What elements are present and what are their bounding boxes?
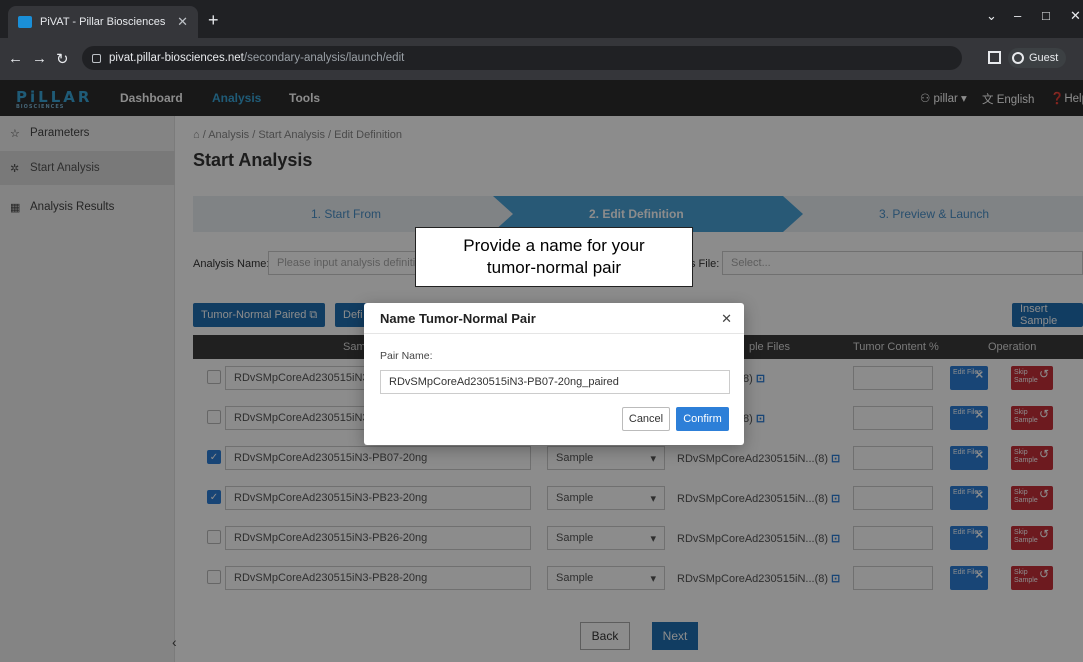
- url-path: /secondary-analysis/launch/edit: [243, 52, 405, 64]
- cancel-button[interactable]: Cancel: [622, 407, 670, 431]
- tab-title: PiVAT - Pillar Biosciences: [40, 16, 166, 28]
- callout-line-2: tumor-normal pair: [486, 258, 622, 277]
- close-icon[interactable]: ✕: [721, 311, 732, 327]
- new-tab-icon[interactable]: +: [208, 10, 219, 31]
- side-panel-icon[interactable]: [988, 51, 1001, 64]
- pair-name-label: Pair Name:: [380, 350, 433, 362]
- back-arrow-icon[interactable]: ←: [8, 50, 23, 67]
- close-tab-icon[interactable]: ✕: [177, 14, 188, 30]
- close-window-icon[interactable]: ✕: [1070, 8, 1081, 24]
- forward-arrow-icon[interactable]: →: [32, 50, 47, 67]
- profile-icon: [1012, 52, 1024, 64]
- modal-divider: [364, 333, 744, 334]
- minimize-icon[interactable]: –: [1014, 8, 1021, 23]
- chevron-down-icon[interactable]: ⌄: [986, 8, 997, 24]
- callout-line-1: Provide a name for your: [463, 236, 645, 255]
- browser-tabbar: PiVAT - Pillar Biosciences ✕ + ⌄ – □ ✕: [0, 0, 1083, 38]
- modal-title: Name Tumor-Normal Pair: [380, 311, 536, 326]
- lock-icon: [92, 53, 101, 63]
- name-pair-modal: Name Tumor-Normal Pair ✕ Pair Name: RDvS…: [364, 303, 744, 445]
- browser-tab[interactable]: PiVAT - Pillar Biosciences ✕: [8, 6, 198, 38]
- profile-label: Guest: [1029, 52, 1059, 64]
- address-bar: ← → ↻ pivat.pillar-biosciences.net/secon…: [0, 38, 1083, 80]
- reload-icon[interactable]: ↻: [56, 50, 69, 68]
- maximize-icon[interactable]: □: [1042, 8, 1050, 23]
- url-input[interactable]: pivat.pillar-biosciences.net/secondary-a…: [82, 46, 962, 70]
- profile-button[interactable]: Guest: [1008, 48, 1067, 68]
- instruction-callout: Provide a name for your tumor-normal pai…: [415, 227, 693, 287]
- url-host: pivat.pillar-biosciences.net: [109, 52, 244, 64]
- favicon-icon: [18, 16, 32, 28]
- confirm-button[interactable]: Confirm: [676, 407, 729, 431]
- pair-name-input[interactable]: RDvSMpCoreAd230515iN3-PB07-20ng_paired: [380, 370, 730, 394]
